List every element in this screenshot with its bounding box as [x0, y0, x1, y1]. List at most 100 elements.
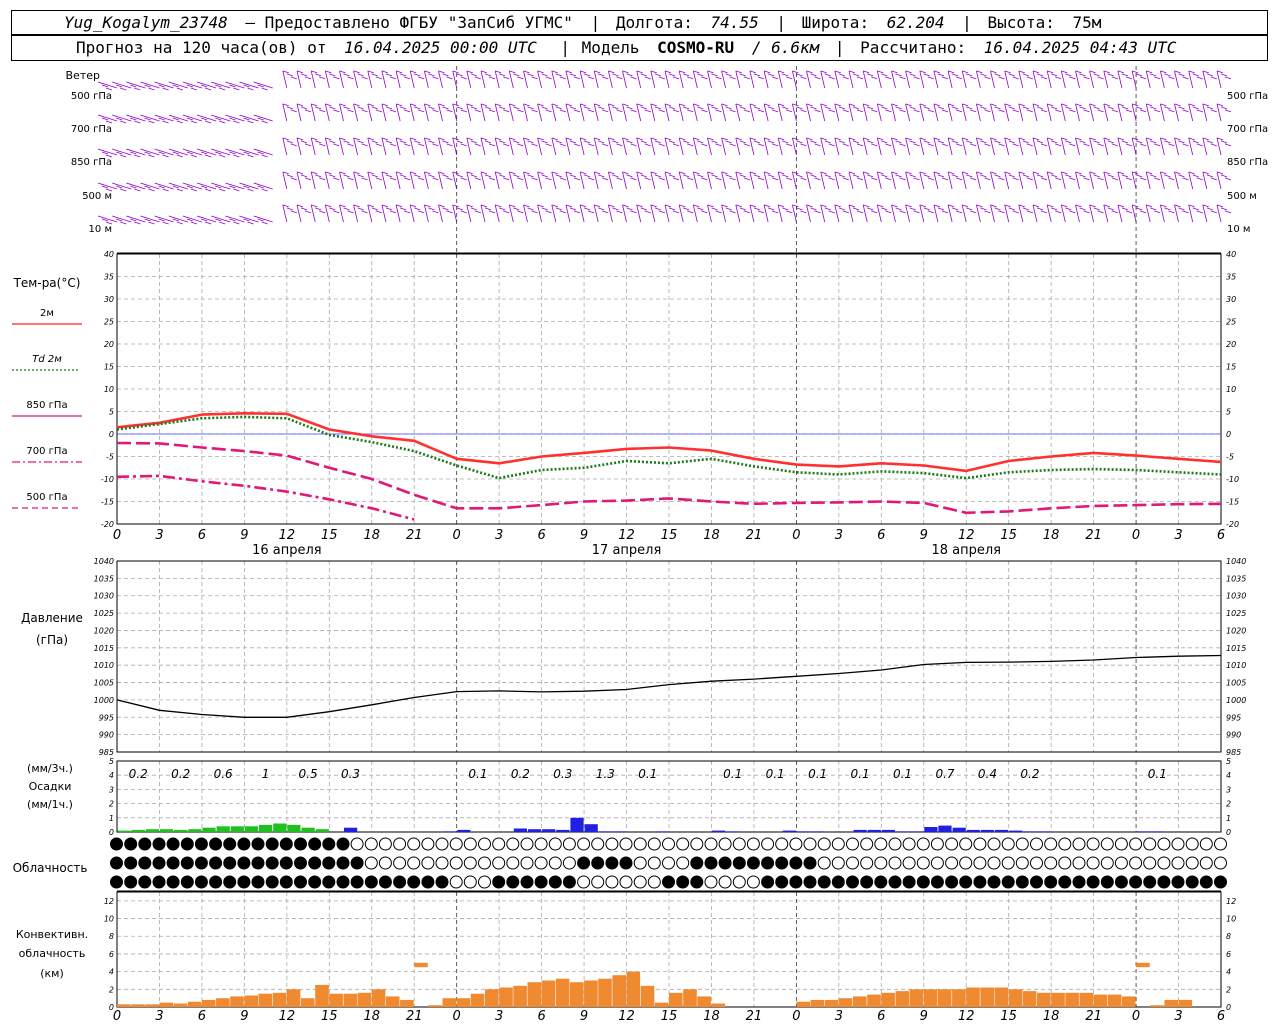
- precip-bar: [655, 831, 669, 832]
- wind-barb: [452, 204, 467, 223]
- x-tick-label: 9: [580, 528, 588, 543]
- conv-bar: [485, 989, 499, 1007]
- precip-bar: [867, 829, 881, 832]
- wind-barb: [579, 137, 595, 156]
- x-tick-label: 9: [240, 528, 248, 543]
- precip-bar: [273, 823, 287, 832]
- conv-bar: [867, 994, 881, 1007]
- cloud-symbol: [704, 837, 718, 851]
- x-tick-label: 18: [363, 528, 380, 543]
- conv-bar: [244, 995, 258, 1007]
- temp-panel-ytick-left: -5: [106, 453, 114, 462]
- wind-barb: [225, 182, 245, 192]
- cloud-symbol: [1100, 875, 1114, 889]
- conv-bar: [357, 992, 372, 1007]
- wind-barb: [1046, 171, 1062, 190]
- cloud-symbol: [435, 856, 449, 870]
- wind-barb: [508, 204, 524, 223]
- wind-barb: [424, 204, 439, 223]
- precip-bar: [344, 827, 358, 832]
- cloud-symbol: [987, 856, 1001, 870]
- conv-panel-ytick-left: 10: [104, 915, 114, 924]
- x-tick-label: 18: [1043, 1009, 1060, 1024]
- wind-level-labels-left: 500 гПа 700 гПа 850 гПа 500 м 10 м: [71, 91, 112, 235]
- wind-barb: [168, 182, 188, 192]
- wind-barb: [664, 171, 680, 190]
- conv-bar: [654, 1002, 669, 1007]
- precip-bar: [1136, 831, 1150, 832]
- wind-barb: [225, 215, 245, 225]
- cloud-symbol: [1058, 837, 1072, 851]
- legend-label-td: Td 2м: [32, 354, 62, 365]
- wind-barb: [551, 137, 566, 156]
- cloud-symbol: [562, 856, 576, 870]
- wind-barb: [820, 171, 835, 190]
- pressure-panel-ytick-right: 1025: [1226, 609, 1246, 618]
- cloud-symbol: [364, 837, 378, 851]
- cloud-symbol: [237, 875, 251, 889]
- wind-barb: [438, 171, 453, 190]
- wind-barb: [1174, 103, 1189, 122]
- cloud-symbol: [548, 875, 562, 889]
- wind-level-left: 700 гПа: [71, 124, 112, 135]
- x-tick-label: 12: [279, 528, 296, 543]
- cloud-symbol: [1171, 856, 1185, 870]
- cloud-symbol: [152, 875, 166, 889]
- x-tick-label: 21: [746, 528, 763, 543]
- conv-bar: [796, 1001, 810, 1007]
- cloud-symbol: [548, 856, 562, 870]
- wind-barb: [1089, 137, 1104, 156]
- wind-barb: [296, 171, 312, 190]
- wind-barb: [806, 70, 821, 89]
- cloud-symbol: [746, 875, 760, 889]
- wind-barb: [876, 204, 892, 223]
- wind-barb: [1103, 171, 1118, 190]
- conv-bar: [909, 989, 924, 1007]
- conv-bar: [230, 996, 244, 1007]
- wind-barb: [1216, 204, 1232, 223]
- cloud-symbol: [1143, 856, 1157, 870]
- wind-barb: [593, 103, 609, 122]
- temp-panel-ytick-right: -5: [1226, 453, 1234, 462]
- conv-bar: [286, 989, 301, 1007]
- cloud-symbol: [449, 837, 463, 851]
- temp-panel-ytick-right: 25: [1226, 318, 1236, 327]
- wind-barb: [339, 171, 354, 190]
- wind-barb: [792, 103, 807, 122]
- x-tick-label: 3: [155, 1009, 163, 1024]
- x-tick-label: 6: [1217, 1009, 1225, 1024]
- precip-bar: [202, 827, 216, 832]
- cloud-symbol: [761, 856, 775, 870]
- cloud-symbol: [775, 856, 789, 870]
- pressure-panel-ytick-right: 990: [1226, 731, 1241, 740]
- temp-series-line-3: [116, 474, 415, 521]
- precip-panel-ytick-right: 3: [1226, 785, 1231, 794]
- conv-bar: [555, 978, 570, 1007]
- cloud-symbol: [633, 856, 647, 870]
- cloud-symbol: [973, 875, 987, 889]
- conv-bar: [584, 980, 598, 1007]
- wind-barb: [310, 137, 326, 156]
- wind-barb: [848, 171, 864, 190]
- cloud-symbol: [1171, 875, 1185, 889]
- conv-bar: [598, 978, 612, 1007]
- day-label: 17 апреля: [592, 543, 662, 558]
- wind-barb: [862, 103, 878, 122]
- legend-label-850: 850 гПа: [26, 400, 67, 411]
- wind-barb: [976, 103, 991, 122]
- cloud-symbol: [152, 856, 166, 870]
- temp-panel-ytick-left: 5: [109, 408, 114, 417]
- x-tick-label: 6: [537, 1009, 545, 1024]
- wind-barb: [919, 171, 934, 190]
- conv-panel-ytick-left: 2: [109, 985, 114, 994]
- x-tick-label: 21: [1085, 528, 1102, 543]
- wind-barb: [763, 204, 779, 223]
- cloud-symbol: [279, 837, 293, 851]
- cloud-symbol: [775, 875, 789, 889]
- precip-panel-ytick-left: 4: [109, 771, 114, 780]
- wind-barb: [735, 137, 750, 156]
- cloud-symbol: [987, 875, 1001, 889]
- precip-bar: [117, 830, 131, 832]
- precip-panel-ytick-right: 2: [1226, 800, 1231, 809]
- cloud-symbol: [888, 875, 902, 889]
